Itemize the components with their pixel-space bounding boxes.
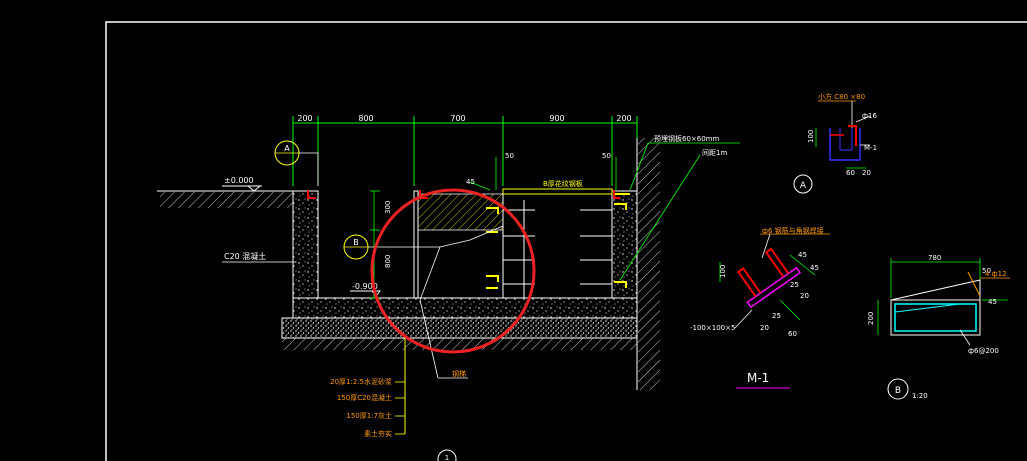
m1-dim-45b: 45 [810,264,819,272]
dim-300: 300 [384,201,392,214]
note-right-2: 间距1m [702,149,727,157]
embedded-plates [486,193,630,289]
detail-a-dim-100: 100 [807,130,815,143]
m1-dim-100: 100 [719,265,727,278]
m1-dim-60: 60 [788,330,797,338]
layer-4: 素土夯实 [364,429,392,438]
detail-b-bubble-label: B [895,386,901,396]
dim-45: 45 [466,178,475,186]
m1-dim-20a: 20 [800,292,809,300]
dim-800: 800 [384,255,392,268]
bubble-b-label: B [353,238,359,247]
cover-plate [502,188,613,195]
m1-plate-note: -100×100×5 [690,324,735,332]
concrete-label: C20 混凝土 [224,251,266,261]
left-wall-concrete [292,190,319,299]
m1-dim-20b: 20 [760,324,769,332]
detail-b-stirrup-note: ф6@200 [968,347,999,355]
level-top-label: ±0.000 [224,176,254,185]
detail-b-stirrup [894,303,977,332]
bubble-a-label: A [284,144,290,153]
detail-b-dim-200: 200 [867,312,875,325]
detail-b-dim-side: 45 [988,298,997,306]
level-marker-top [246,185,262,192]
dim-50-b: 50 [602,152,611,160]
detail-b-dim-top: 780 [928,254,941,262]
soil-hatch-bottom [282,338,637,350]
detail-b-rebar-note: 4 ф12 [985,270,1007,278]
layer-2: 150厚C20混凝土 [337,393,392,402]
bubble-bottom-label: 1 [445,454,449,461]
dim-top-700: 700 [450,114,465,123]
detail-a-label-top: 小方 C80 ×80 [818,92,865,101]
note-right-1: 预埋钢板60×60mm [654,134,719,143]
ground-hatch-left [160,192,293,208]
detail-b-beam [890,279,981,301]
detail-m1: ф6 钢筋与角钢焊接 100 45 45 25 20 25 20 60 -100… [690,226,830,389]
detail-a-dim-60: 60 [846,169,855,177]
drawing-frame [105,21,1027,461]
layer-1: 20厚1:2.5水泥砂浆 [330,377,392,386]
top-dimension-chain [292,116,638,186]
ground-hatch-right [638,138,660,390]
m1-dim-25a: 25 [790,281,799,289]
floor-concrete [292,297,638,319]
cad-drawing-canvas: 200 800 700 900 200 ±0.000 B厚花纹钢板 50 50 … [105,21,1027,461]
detail-a-tag: M-1 [864,144,877,152]
m1-dim-25b: 25 [772,312,781,320]
base-layer [281,317,638,339]
main-section: 200 800 700 900 200 ±0.000 B厚花纹钢板 50 50 … [157,114,740,461]
steel-ladder-label: 钢梯 [452,369,466,378]
m1-title: M-1 [747,371,769,385]
detail-a-dim-20: 20 [862,169,871,177]
detail-a-bubble-label: A [800,181,807,191]
dim-top-800: 800 [358,114,373,123]
dim-top-200-right: 200 [616,114,631,123]
detail-b-scale: 1:20 [912,392,928,400]
dim-top-200-left: 200 [297,114,312,123]
m1-dim-45a: 45 [798,251,807,259]
dim-50-a: 50 [505,152,514,160]
detail-b: 780 50 4 ф12 45 200 ф6@200 B 1:20 [867,254,1010,400]
detail-b-section [890,299,981,336]
layer-3: 150厚1:7灰土 [346,411,392,420]
cover-label: B厚花纹钢板 [543,179,583,188]
steel-ladder [502,194,612,298]
detail-a: 小方 C80 ×80 ф16 M-1 100 60 20 A [793,92,877,194]
middle-wall [413,190,419,299]
dim-top-900: 900 [549,114,564,123]
